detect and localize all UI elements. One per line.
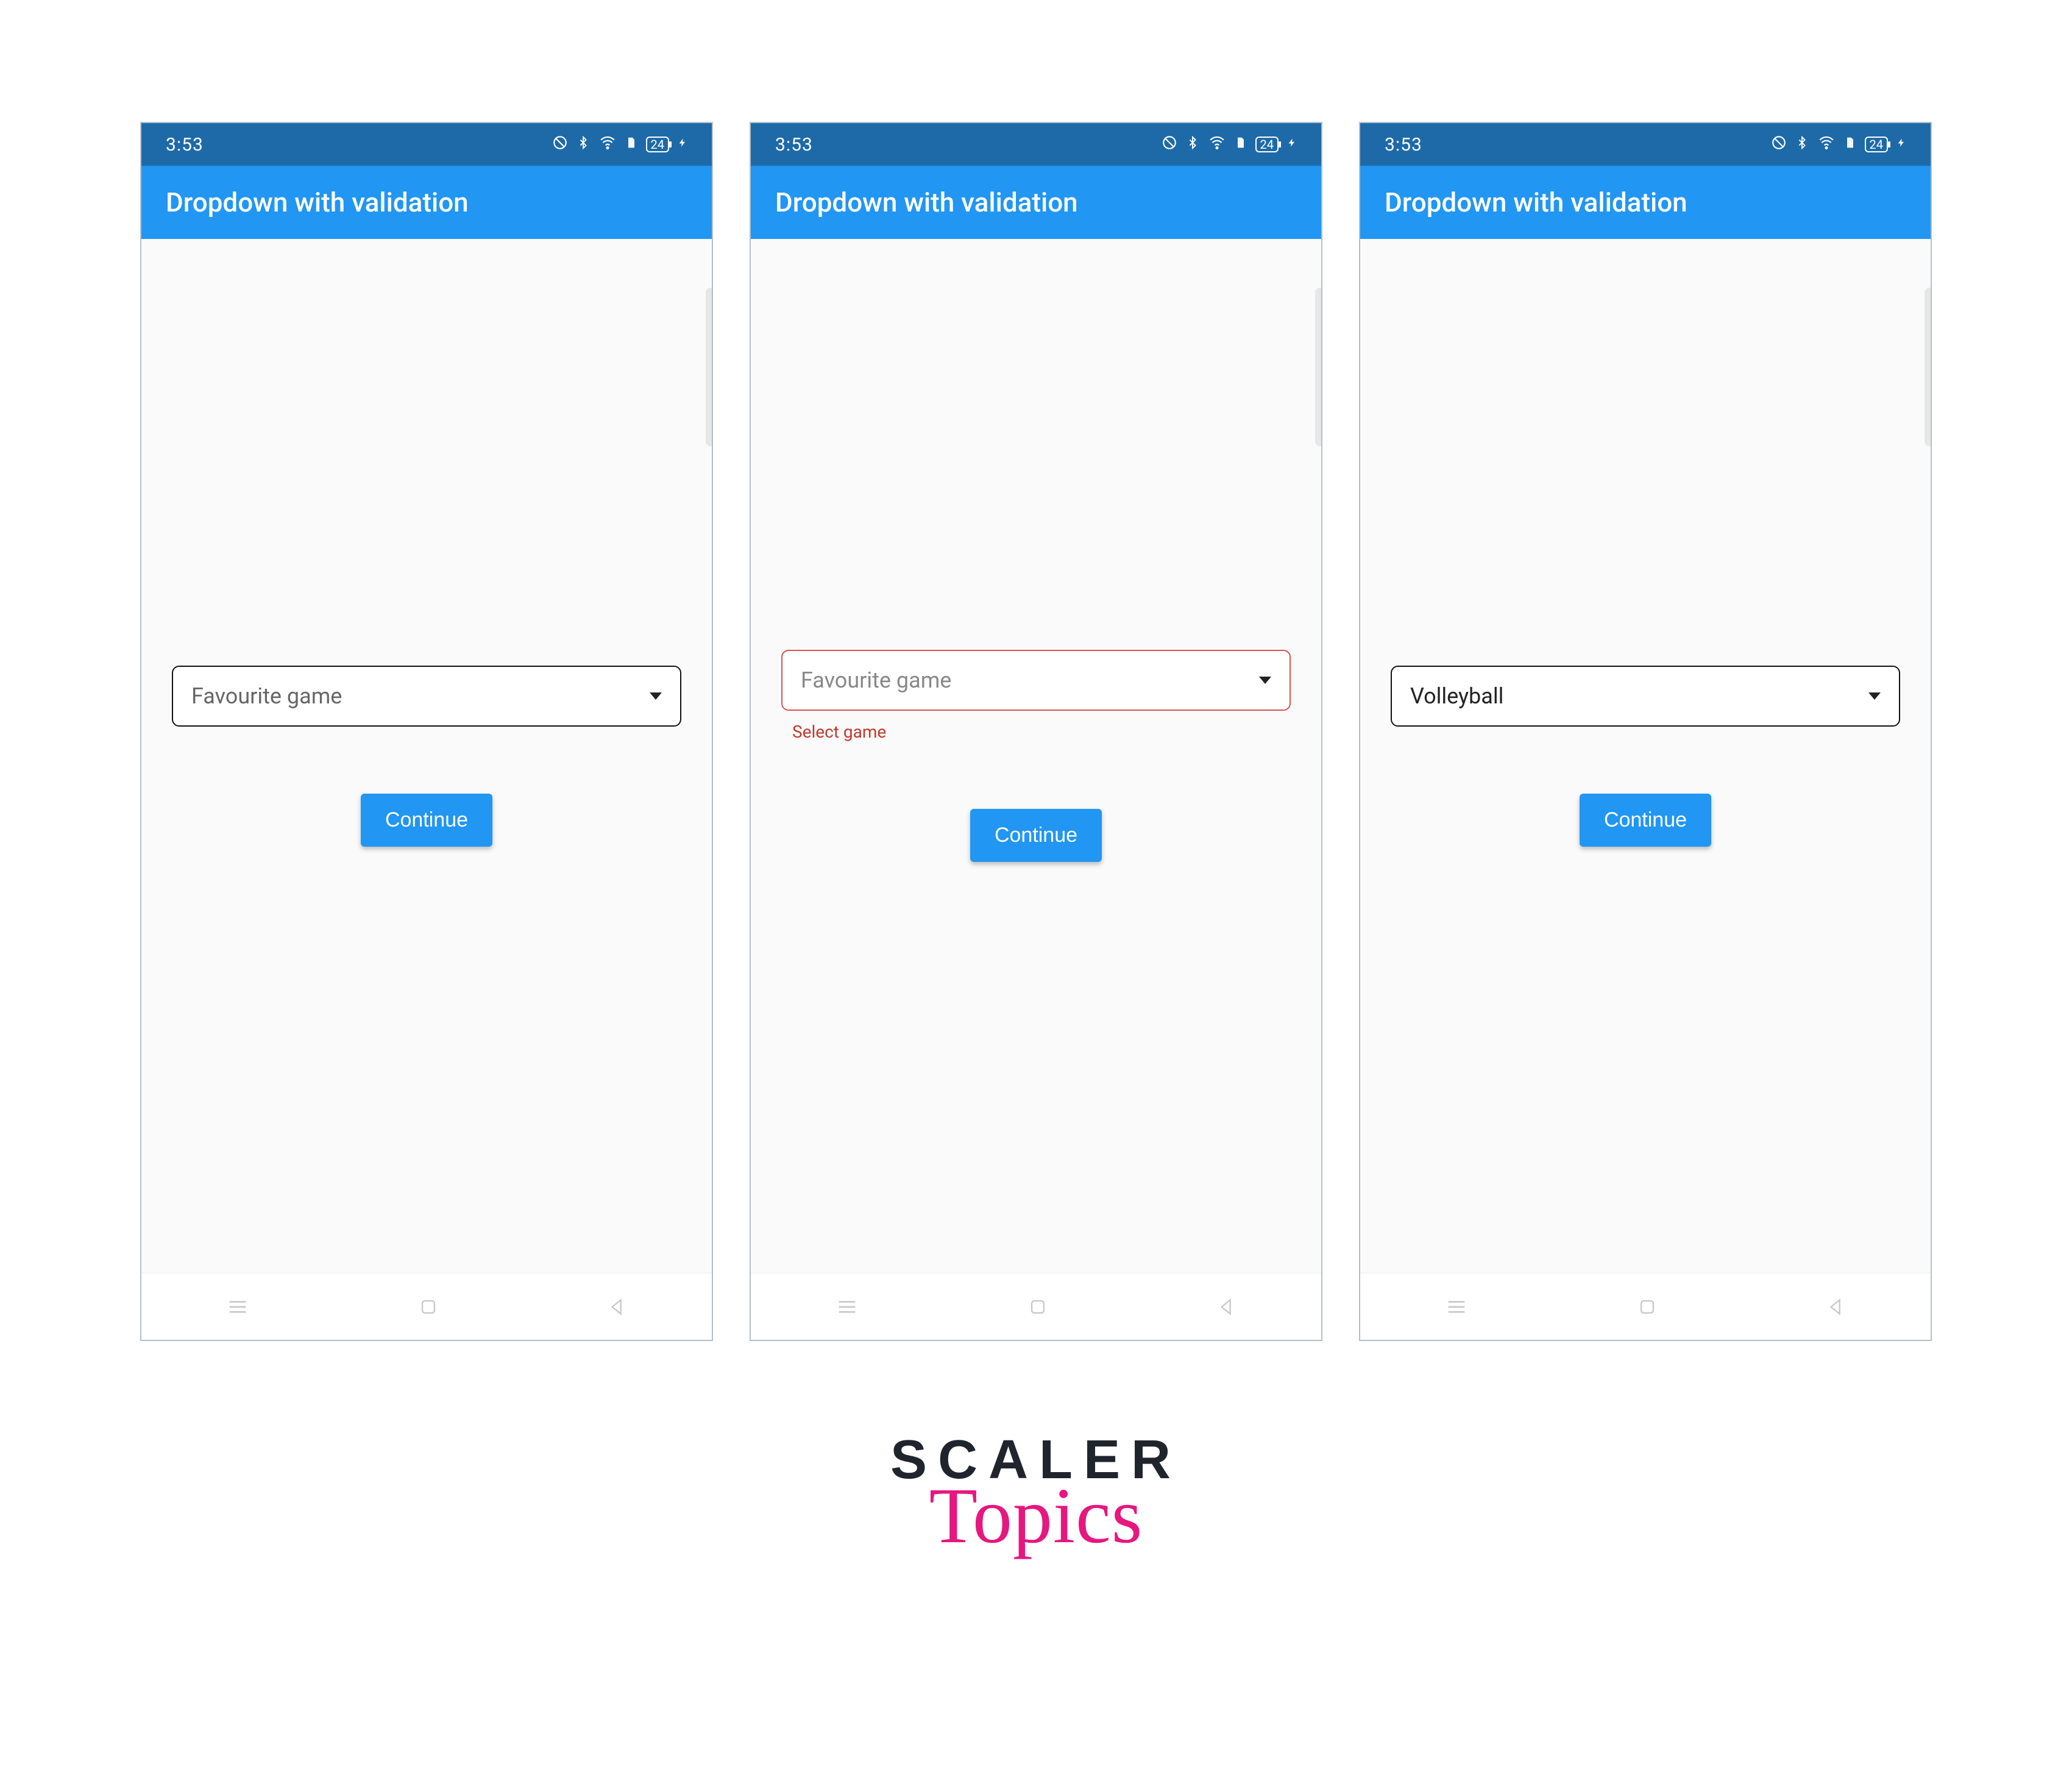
charging-bolt-icon bbox=[1896, 135, 1906, 155]
home-icon[interactable] bbox=[1027, 1297, 1048, 1317]
battery-icon: 24 bbox=[1865, 137, 1888, 152]
home-icon[interactable] bbox=[418, 1297, 439, 1317]
phone-screen-3: 3:53 24 bbox=[1359, 122, 1932, 1341]
charging-bolt-icon bbox=[678, 135, 687, 155]
dropdown-value: Favourite game bbox=[191, 683, 342, 709]
phones-row: 3:53 24 bbox=[0, 0, 2072, 1341]
dnd-icon bbox=[552, 135, 568, 155]
scaler-topics-logo: SCALER Topics bbox=[0, 1432, 2072, 1556]
sim-icon bbox=[1235, 135, 1247, 155]
validation-error-text: Select game bbox=[792, 722, 1291, 742]
status-time: 3:53 bbox=[775, 134, 813, 155]
continue-button[interactable]: Continue bbox=[970, 809, 1102, 862]
android-nav-bar bbox=[751, 1273, 1321, 1340]
status-bar: 3:53 24 bbox=[141, 123, 712, 166]
favourite-game-dropdown[interactable]: Volleyball bbox=[1391, 666, 1900, 727]
phone-screen-2: 3:53 24 bbox=[750, 122, 1322, 1341]
status-time: 3:53 bbox=[1385, 134, 1422, 155]
dropdown-value: Favourite game bbox=[801, 667, 951, 693]
dnd-icon bbox=[1771, 135, 1787, 155]
dropdown-field: Volleyball bbox=[1391, 666, 1900, 727]
phone-body: Favourite game Select game Continue bbox=[751, 239, 1321, 1273]
favourite-game-dropdown[interactable]: Favourite game bbox=[172, 666, 681, 727]
bluetooth-icon bbox=[1795, 135, 1809, 155]
battery-icon: 24 bbox=[646, 137, 669, 152]
dropdown-value: Volleyball bbox=[1410, 683, 1503, 709]
status-icons: 24 bbox=[552, 135, 687, 155]
home-icon[interactable] bbox=[1637, 1297, 1658, 1317]
app-bar: Dropdown with validation bbox=[1360, 166, 1931, 239]
wifi-icon bbox=[1208, 135, 1226, 155]
android-nav-bar bbox=[1360, 1273, 1931, 1340]
chevron-down-icon bbox=[1868, 692, 1881, 700]
continue-button[interactable]: Continue bbox=[1580, 794, 1711, 847]
wifi-icon bbox=[1817, 135, 1836, 155]
phone-screen-1: 3:53 24 bbox=[140, 122, 713, 1341]
favourite-game-dropdown[interactable]: Favourite game bbox=[781, 650, 1291, 711]
recents-icon[interactable] bbox=[835, 1295, 859, 1319]
app-bar: Dropdown with validation bbox=[751, 166, 1321, 239]
dropdown-field: Favourite game Select game bbox=[781, 650, 1291, 742]
dropdown-field: Favourite game bbox=[172, 666, 681, 727]
app-bar-title: Dropdown with validation bbox=[775, 187, 1078, 218]
chevron-down-icon bbox=[1259, 677, 1271, 684]
recents-icon[interactable] bbox=[225, 1295, 250, 1319]
sim-icon bbox=[625, 135, 637, 155]
recents-icon[interactable] bbox=[1444, 1295, 1469, 1319]
status-icons: 24 bbox=[1162, 135, 1297, 155]
charging-bolt-icon bbox=[1287, 135, 1297, 155]
battery-icon: 24 bbox=[1255, 137, 1279, 152]
back-icon[interactable] bbox=[607, 1297, 628, 1317]
status-time: 3:53 bbox=[166, 134, 204, 155]
app-bar-title: Dropdown with validation bbox=[1385, 187, 1687, 218]
scroll-indicator[interactable] bbox=[1925, 288, 1931, 446]
wifi-icon bbox=[598, 135, 617, 155]
app-bar-title: Dropdown with validation bbox=[166, 187, 469, 218]
phone-body: Favourite game Continue bbox=[141, 239, 712, 1273]
status-bar: 3:53 24 bbox=[1360, 123, 1931, 166]
status-icons: 24 bbox=[1771, 135, 1906, 155]
android-nav-bar bbox=[141, 1273, 712, 1340]
battery-level: 24 bbox=[651, 138, 664, 151]
bluetooth-icon bbox=[1186, 135, 1199, 155]
bluetooth-icon bbox=[577, 135, 590, 155]
battery-level: 24 bbox=[1260, 138, 1274, 151]
sim-icon bbox=[1844, 135, 1856, 155]
battery-level: 24 bbox=[1870, 138, 1883, 151]
chevron-down-icon bbox=[650, 692, 662, 700]
app-bar: Dropdown with validation bbox=[141, 166, 712, 239]
phone-body: Volleyball Continue bbox=[1360, 239, 1931, 1273]
back-icon[interactable] bbox=[1826, 1297, 1847, 1317]
continue-button[interactable]: Continue bbox=[361, 794, 492, 847]
status-bar: 3:53 24 bbox=[751, 123, 1321, 166]
dnd-icon bbox=[1162, 135, 1177, 155]
back-icon[interactable] bbox=[1216, 1297, 1237, 1317]
brand-line-2: Topics bbox=[0, 1476, 2072, 1556]
scroll-indicator[interactable] bbox=[706, 288, 712, 446]
scroll-indicator[interactable] bbox=[1315, 288, 1321, 446]
